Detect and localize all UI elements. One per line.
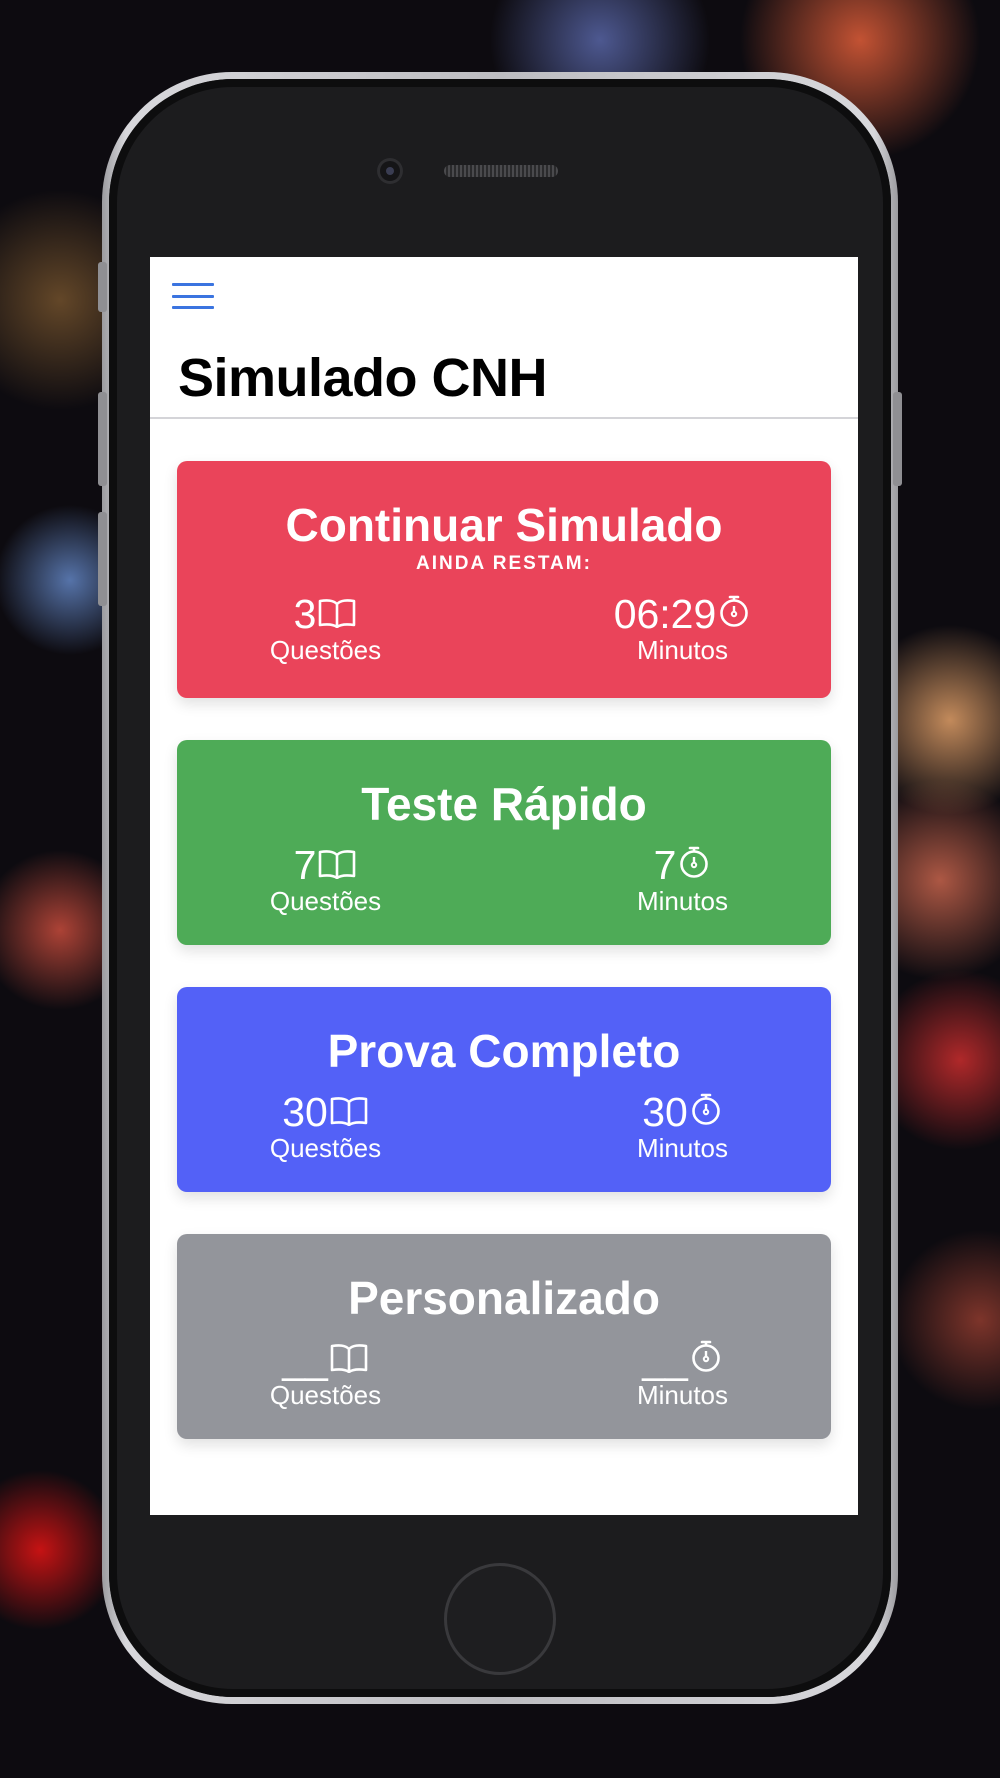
time-value: __	[642, 1336, 688, 1382]
time-value: 30	[642, 1089, 688, 1135]
time-stat: __ Minutos	[504, 1338, 831, 1410]
questions-count: 7	[293, 842, 317, 888]
phone-body: Simulado CNH Continuar Simulado AINDA RE…	[109, 79, 891, 1697]
card-title: Teste Rápido	[361, 778, 647, 830]
questions-stat: 3 Questões	[177, 593, 504, 665]
card-stats: 3 Questões 06:29 Minutos	[177, 593, 831, 665]
continue-simulation-card[interactable]: Continuar Simulado AINDA RESTAM: 3 Quest…	[177, 461, 831, 698]
card-stats: 7 Questões 7 Minutos	[177, 844, 831, 916]
page-title: Simulado CNH	[178, 348, 548, 408]
time-label: Minutos	[636, 635, 729, 665]
stopwatch-icon	[689, 1338, 723, 1380]
time-value: 06:29	[613, 591, 717, 637]
card-title: Prova Completo	[327, 1025, 681, 1077]
questions-label: Questões	[269, 1133, 382, 1163]
questions-count: 30	[282, 1089, 328, 1135]
questions-label: Questões	[269, 886, 382, 916]
app-screen: Simulado CNH Continuar Simulado AINDA RE…	[150, 257, 858, 1515]
book-open-icon	[317, 593, 357, 635]
stopwatch-icon	[677, 844, 711, 886]
quick-test-card[interactable]: Teste Rápido 7 Questões 7 Minutos	[177, 740, 831, 945]
volume-down-button	[98, 512, 107, 606]
book-open-icon	[329, 1338, 369, 1380]
navigation-bar: Simulado CNH	[150, 257, 858, 419]
home-button[interactable]	[444, 1563, 556, 1675]
time-label: Minutos	[636, 886, 729, 916]
questions-count: __	[282, 1336, 328, 1382]
questions-label: Questões	[269, 1380, 382, 1410]
book-open-icon	[329, 1091, 369, 1133]
hamburger-menu-icon[interactable]	[172, 283, 214, 309]
questions-stat: 30 Questões	[177, 1091, 504, 1163]
card-list: Continuar Simulado AINDA RESTAM: 3 Quest…	[150, 419, 858, 1439]
front-camera	[377, 158, 403, 184]
questions-label: Questões	[269, 635, 382, 665]
card-title: Continuar Simulado	[285, 499, 723, 551]
full-exam-card[interactable]: Prova Completo 30 Questões 30 Minutos	[177, 987, 831, 1192]
card-title: Personalizado	[348, 1272, 660, 1324]
time-stat: 30 Minutos	[504, 1091, 831, 1163]
questions-count: 3	[293, 591, 317, 637]
mute-switch	[98, 262, 107, 312]
time-label: Minutos	[636, 1380, 729, 1410]
time-stat: 7 Minutos	[504, 844, 831, 916]
time-stat: 06:29 Minutos	[504, 593, 831, 665]
earpiece-speaker	[444, 165, 558, 177]
questions-stat: __ Questões	[177, 1338, 504, 1410]
custom-exam-card[interactable]: Personalizado __ Questões __ Minutos	[177, 1234, 831, 1439]
stopwatch-icon	[689, 1091, 723, 1133]
time-value: 7	[653, 842, 677, 888]
card-stats: 30 Questões 30 Minutos	[177, 1091, 831, 1163]
power-button	[893, 392, 902, 486]
card-stats: __ Questões __ Minutos	[177, 1338, 831, 1410]
book-open-icon	[317, 844, 357, 886]
questions-stat: 7 Questões	[177, 844, 504, 916]
phone-frame: Simulado CNH Continuar Simulado AINDA RE…	[98, 72, 902, 1704]
stopwatch-icon	[717, 593, 751, 635]
time-label: Minutos	[636, 1133, 729, 1163]
volume-up-button	[98, 392, 107, 486]
card-subtitle: AINDA RESTAM:	[416, 553, 592, 574]
